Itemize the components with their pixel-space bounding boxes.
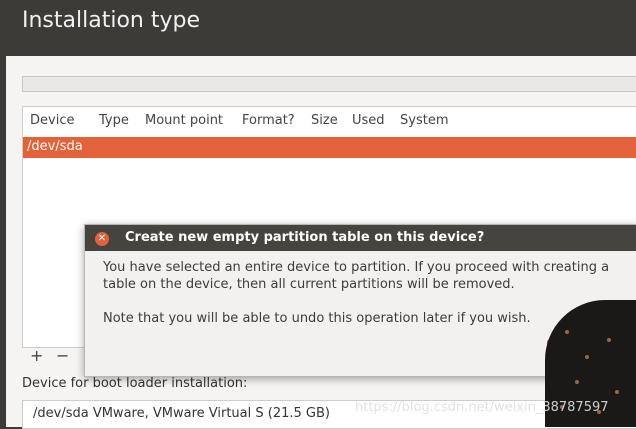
column-type[interactable]: Type — [99, 113, 129, 128]
watermark-text: https://blog.csdn.net/weixin_38787597 — [355, 400, 609, 415]
close-icon[interactable]: ✕ — [95, 232, 109, 246]
column-system[interactable]: System — [400, 113, 448, 128]
dialog-title: Create new empty partition table on this… — [125, 230, 485, 245]
column-size[interactable]: Size — [311, 113, 338, 128]
row-device: /dev/sda — [27, 139, 83, 154]
table-row[interactable]: /dev/sda — [23, 137, 636, 158]
title-bar: Installation type — [0, 0, 636, 56]
dialog-note: Note that you will be able to undo this … — [103, 311, 531, 326]
add-partition-button[interactable]: + — [30, 346, 43, 365]
boot-loader-value: /dev/sda VMware, VMware Virtual S (21.5 … — [33, 406, 330, 421]
column-device[interactable]: Device — [30, 113, 74, 128]
partition-bar — [22, 76, 636, 92]
column-format[interactable]: Format? — [242, 113, 295, 128]
table-header: Device Type Mount point Format? Size Use… — [23, 107, 636, 137]
remove-partition-button[interactable]: − — [56, 346, 69, 365]
column-mount-point[interactable]: Mount point — [145, 113, 223, 128]
dialog-line-1: You have selected an entire device to pa… — [103, 260, 610, 275]
dialog-header: ✕ Create new empty partition table on th… — [85, 225, 636, 251]
partition-tools: + − — [22, 344, 82, 368]
column-used[interactable]: Used — [352, 113, 385, 128]
page-title: Installation type — [22, 8, 200, 33]
dialog-message: You have selected an entire device to pa… — [103, 259, 633, 327]
dialog-line-2: table on the device, then all current pa… — [103, 277, 515, 292]
boot-loader-label: Device for boot loader installation: — [22, 376, 248, 391]
